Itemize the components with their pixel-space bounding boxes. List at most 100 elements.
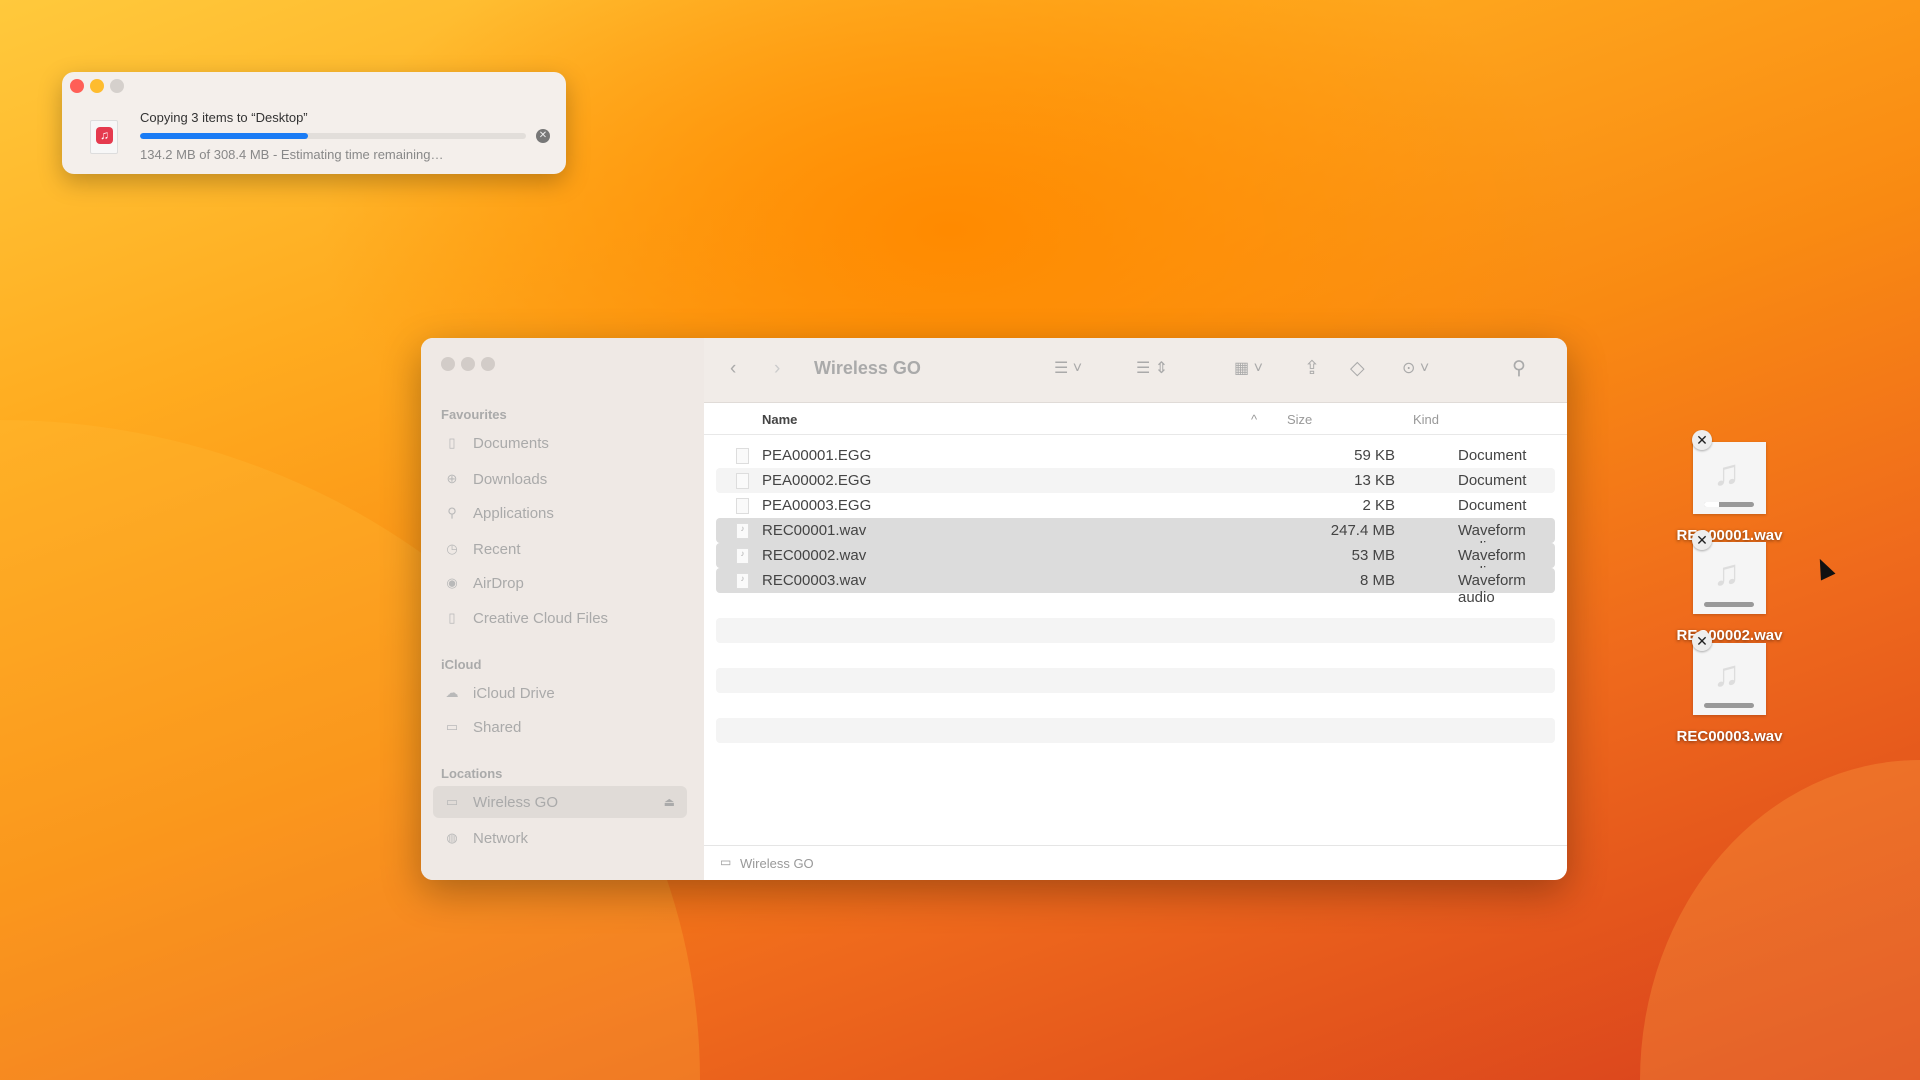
sidebar-item-shared[interactable]: ▭ Shared: [433, 711, 687, 743]
sidebar-item-documents[interactable]: ▯ Documents: [433, 427, 687, 459]
empty-row: [716, 693, 1555, 718]
file-name: PEA00003.EGG: [762, 497, 872, 514]
copy-progress-window: ♫ Copying 3 items to “Desktop” ✕ 134.2 M…: [62, 72, 566, 174]
share-icon[interactable]: ⇪: [1304, 358, 1320, 380]
file-kind: Document: [1458, 497, 1527, 514]
minimize-button[interactable]: [90, 79, 104, 93]
file-row[interactable]: PEA00001.EGG 59 KB Document: [716, 443, 1555, 468]
sidebar-item-wireless-go[interactable]: ▭ Wireless GO ⏏: [433, 786, 687, 818]
cancel-copy-icon[interactable]: ✕: [1692, 430, 1712, 450]
empty-row: [716, 593, 1555, 618]
minimize-button[interactable]: [461, 357, 475, 371]
search-icon[interactable]: ⚲: [1512, 358, 1526, 380]
drive-icon: ▭: [445, 794, 459, 809]
sort-ascending-icon: ^: [1251, 412, 1258, 427]
document-icon: ▯: [448, 435, 456, 450]
path-item[interactable]: Wireless GO: [740, 856, 814, 871]
sidebar-item-network[interactable]: ◍ Network: [433, 822, 687, 854]
audio-file-icon: ♪: [736, 548, 749, 564]
close-button[interactable]: [441, 357, 455, 371]
file-size: 13 KB: [1354, 472, 1395, 489]
file-row[interactable]: ♪ REC00003.wav 8 MB Waveform audio: [716, 568, 1555, 606]
file-name: REC00003.wav: [762, 572, 867, 589]
file-size: 2 KB: [1362, 497, 1395, 514]
zoom-button[interactable]: [481, 357, 495, 371]
music-note-icon: ♫: [1713, 452, 1740, 493]
group-icon[interactable]: ▦ ˅: [1234, 358, 1263, 380]
file-row[interactable]: ♪ REC00001.wav 247.4 MB Waveform audio: [716, 518, 1555, 556]
file-name: REC00001.wav: [762, 522, 867, 539]
desktop-file-label[interactable]: REC00002.wav: [1663, 627, 1796, 644]
file-row[interactable]: ♪ REC00002.wav 53 MB Waveform audio: [716, 543, 1555, 581]
music-note-icon: ♫: [1713, 552, 1740, 593]
toolbar: ‹ › Wireless GO ☰ ˅ ☰ ⇕ ▦ ˅ ⇪ ◇ ⊙ ˅ ⚲: [704, 338, 1567, 403]
eject-icon[interactable]: ⏏: [664, 795, 675, 809]
finder-window: Favourites ▯ Documents ⊕ Downloads ⚲ Applic…: [421, 338, 1567, 880]
window-title: Wireless GO: [814, 358, 921, 378]
file-name: REC00002.wav: [762, 547, 867, 564]
back-button[interactable]: ‹: [730, 358, 736, 380]
section-icloud: iCloud: [441, 657, 482, 672]
empty-row: [716, 718, 1555, 743]
copy-progress-bar: [140, 133, 526, 139]
airdrop-icon: ◉: [446, 575, 458, 590]
column-kind[interactable]: Kind: [1413, 412, 1439, 427]
sidebar-item-recent[interactable]: ◷ Recent: [433, 533, 687, 565]
cancel-copy-icon[interactable]: ✕: [1692, 530, 1712, 550]
document-icon: [736, 498, 749, 514]
section-locations: Locations: [441, 766, 503, 781]
desktop-file-icon[interactable]: ♫: [1693, 542, 1766, 614]
cancel-copy-icon[interactable]: ✕: [1692, 631, 1712, 651]
file-row[interactable]: PEA00002.EGG 13 KB Document: [716, 468, 1555, 493]
file-name: PEA00001.EGG: [762, 447, 872, 464]
document-icon: ▯: [448, 610, 456, 625]
sidebar-item-icloud-drive[interactable]: ☁ iCloud Drive: [433, 677, 687, 709]
tag-icon[interactable]: ◇: [1350, 358, 1365, 380]
empty-row: [716, 668, 1555, 693]
desktop-file-label[interactable]: REC00003.wav: [1663, 728, 1796, 745]
sort-icon[interactable]: ☰ ⇕: [1136, 358, 1168, 380]
zoom-button[interactable]: [110, 79, 124, 93]
file-copy-progress: [1704, 502, 1754, 507]
file-name: PEA00002.EGG: [762, 472, 872, 489]
audio-file-icon: ♪: [736, 573, 749, 589]
file-row[interactable]: PEA00003.EGG 2 KB Document: [716, 493, 1555, 518]
file-size: 247.4 MB: [1330, 522, 1395, 539]
empty-row: [716, 618, 1555, 643]
globe-icon: ◍: [446, 830, 458, 845]
sidebar-item-downloads[interactable]: ⊕ Downloads: [433, 463, 687, 495]
column-size[interactable]: Size: [1287, 412, 1312, 427]
sidebar-item-applications[interactable]: ⚲ Applications: [433, 497, 687, 529]
close-button[interactable]: [70, 79, 84, 93]
file-size: 53 MB: [1351, 547, 1395, 564]
file-copy-progress: [1704, 602, 1754, 607]
section-favourites: Favourites: [441, 407, 507, 422]
desktop-file-icon[interactable]: ♫: [1693, 442, 1766, 514]
file-kind: Document: [1458, 447, 1527, 464]
sidebar-item-creative-cloud[interactable]: ▯ Creative Cloud Files: [433, 602, 687, 634]
stop-copy-button[interactable]: ✕: [536, 129, 550, 143]
file-kind: Document: [1458, 472, 1527, 489]
column-name[interactable]: Name: [762, 412, 797, 427]
document-icon: [736, 448, 749, 464]
more-icon[interactable]: ⊙ ˅: [1402, 358, 1429, 380]
mouse-cursor-icon: [1812, 555, 1836, 581]
copy-title: Copying 3 items to “Desktop”: [140, 110, 308, 125]
drive-icon: ▭: [720, 855, 732, 869]
sidebar: Favourites ▯ Documents ⊕ Downloads ⚲ Applic…: [421, 338, 704, 880]
file-size: 8 MB: [1359, 572, 1395, 589]
audio-file-icon: ♪: [736, 523, 749, 539]
copy-status: 134.2 MB of 308.4 MB - Estimating time r…: [140, 147, 444, 162]
clock-icon: ◷: [446, 541, 458, 556]
list-view-icon[interactable]: ☰ ˅: [1054, 358, 1082, 380]
sidebar-item-airdrop[interactable]: ◉ AirDrop: [433, 567, 687, 599]
file-size: 59 KB: [1354, 447, 1395, 464]
file-list: PEA00001.EGG 59 KB Document PEA00002.EGG…: [716, 443, 1555, 743]
forward-button[interactable]: ›: [774, 358, 780, 380]
music-file-icon: ♫: [90, 120, 118, 154]
empty-row: [716, 643, 1555, 668]
cloud-icon: ☁: [445, 685, 459, 700]
music-note-icon: ♫: [1713, 653, 1740, 694]
column-header: Name ^ Size Kind: [704, 403, 1567, 435]
desktop-file-icon[interactable]: ♫: [1693, 643, 1766, 715]
